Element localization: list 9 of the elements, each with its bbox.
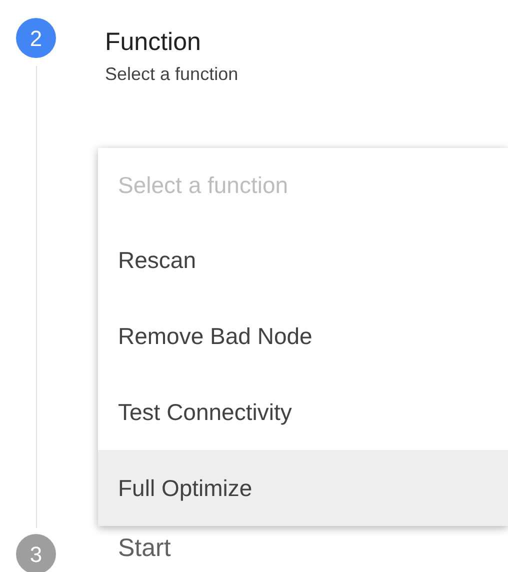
dropdown-option[interactable]: Full Optimize [98,450,508,526]
step-number: 2 [16,18,56,58]
dropdown-option[interactable]: Test Connectivity [98,374,508,450]
step-title: Function [105,27,201,58]
dropdown-option[interactable]: Remove Bad Node [98,298,508,374]
step-subtitle: Select a function [105,63,238,86]
step-number: 3 [16,534,56,572]
step-title: Start [118,533,171,564]
dropdown-option[interactable]: Rescan [98,222,508,298]
